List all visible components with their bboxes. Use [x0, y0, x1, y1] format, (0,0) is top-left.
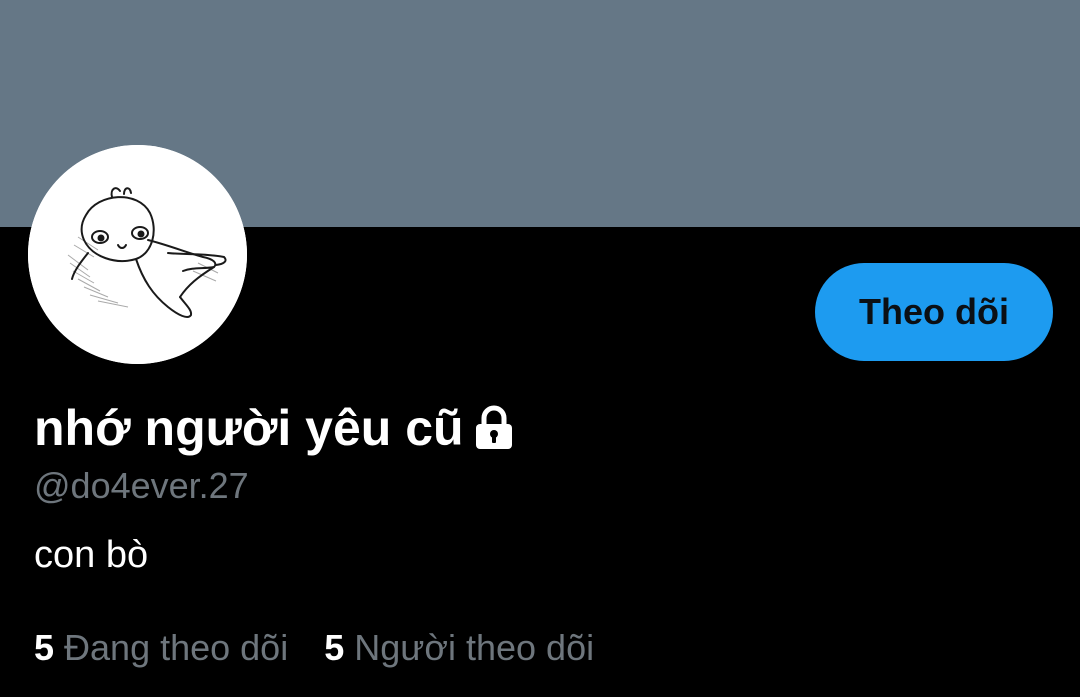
- user-bio: con bò: [34, 534, 149, 576]
- display-name: nhớ người yêu cũ: [34, 400, 464, 456]
- followers-count: 5: [324, 627, 345, 668]
- follow-stats: 5 Đang theo dõi 5 Người theo dõi: [34, 627, 594, 669]
- profile-page: Theo dõi nhớ người yêu cũ @do4ever.27 co…: [0, 0, 1080, 697]
- following-stat[interactable]: 5 Đang theo dõi: [34, 627, 288, 669]
- followers-label: Người theo dõi: [354, 627, 595, 668]
- follow-button[interactable]: Theo dõi: [815, 263, 1053, 361]
- lock-icon: [475, 405, 512, 449]
- followers-stat[interactable]: 5 Người theo dõi: [324, 627, 594, 669]
- following-label: Đang theo dõi: [64, 627, 289, 668]
- following-count: 5: [34, 627, 55, 668]
- display-name-row: nhớ người yêu cũ: [34, 396, 516, 460]
- user-handle: @do4ever.27: [34, 465, 249, 506]
- avatar[interactable]: [28, 145, 247, 364]
- doodle-avatar-icon: [28, 145, 247, 364]
